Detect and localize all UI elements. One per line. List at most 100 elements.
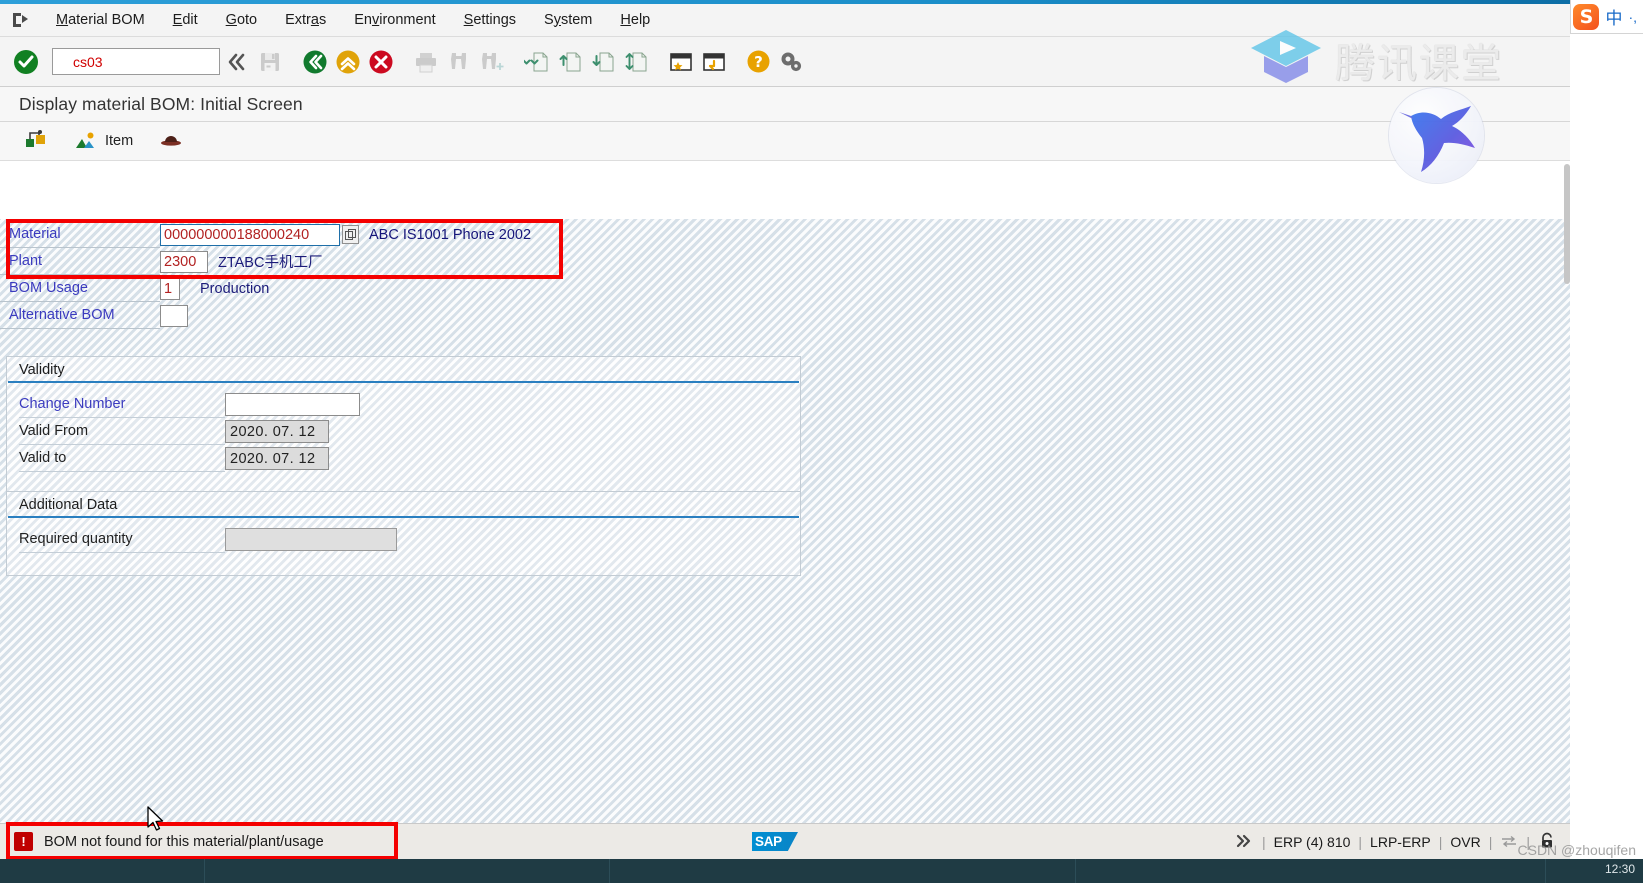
create-shortcut-icon[interactable] xyxy=(697,44,730,80)
menu-goto[interactable]: Goto xyxy=(212,4,271,37)
menu-extras[interactable]: Extras xyxy=(271,4,340,37)
back-icon[interactable] xyxy=(298,44,331,80)
taskbar-group-tray[interactable] xyxy=(1076,859,1546,883)
bom-usage-input[interactable] xyxy=(160,277,180,300)
menu-settings[interactable]: Settings xyxy=(450,4,530,37)
status-message: BOM not found for this material/plant/us… xyxy=(44,833,324,850)
last-page-icon[interactable] xyxy=(619,44,652,80)
help-icon[interactable]: ? xyxy=(742,44,775,80)
plant-input[interactable] xyxy=(160,250,208,273)
status-system-segment[interactable]: ERP (4) 810 xyxy=(1266,834,1359,850)
change-number-label: Change Number xyxy=(19,391,225,418)
alternative-bom-input[interactable] xyxy=(160,304,188,327)
material-matchcode-icon[interactable] xyxy=(342,225,359,244)
required-quantity-label: Required quantity xyxy=(19,526,225,553)
find-icon[interactable] xyxy=(442,44,475,80)
taskbar-clock: 12:30 xyxy=(1604,862,1635,876)
page-title: Display material BOM: Initial Screen xyxy=(19,93,303,114)
find-next-icon[interactable] xyxy=(475,44,508,80)
plant-label: Plant xyxy=(0,248,160,275)
valid-to-row: Valid to xyxy=(7,445,800,472)
error-exclamation-icon: ! xyxy=(14,832,33,851)
svg-text:?: ? xyxy=(754,53,763,71)
item-mountain-icon xyxy=(74,131,98,151)
save-icon[interactable] xyxy=(253,44,286,80)
bom-usage-row: BOM Usage Production xyxy=(0,275,840,302)
plant-row: Plant ZTABC手机工厂 xyxy=(0,248,840,275)
screen-title-bar: Display material BOM: Initial Screen xyxy=(0,87,1570,122)
sogou-ime-indicator[interactable]: S 中 ·, xyxy=(1570,0,1643,34)
alternative-bom-row: Alternative BOM xyxy=(0,302,840,329)
material-bom-button[interactable] xyxy=(16,126,56,156)
material-input[interactable] xyxy=(160,223,340,246)
status-expand-icon[interactable] xyxy=(1226,834,1262,851)
status-server-segment[interactable]: LRP-ERP xyxy=(1362,834,1439,850)
header-button[interactable] xyxy=(151,126,191,156)
bom-usage-label: BOM Usage xyxy=(0,275,160,302)
lock-icon[interactable] xyxy=(1530,832,1564,853)
menu-bar: Material BOM Edit Goto Extras Environmen… xyxy=(0,4,1570,37)
change-number-row: Change Number xyxy=(7,391,800,418)
validity-group-title: Validity xyxy=(19,362,65,378)
menu-material-bom[interactable]: Material BOM xyxy=(42,4,159,37)
bom-usage-description: Production xyxy=(200,280,270,297)
os-taskbar: 12:30 xyxy=(0,859,1643,883)
menu-edit[interactable]: Edit xyxy=(159,4,212,37)
menu-help[interactable]: Help xyxy=(606,4,664,37)
first-page-icon[interactable] xyxy=(520,44,553,80)
taskbar-group-left[interactable] xyxy=(0,859,205,883)
customize-local-layout-icon[interactable] xyxy=(775,44,808,80)
insert-mode-icon[interactable] xyxy=(1492,834,1526,851)
create-session-icon[interactable] xyxy=(664,44,697,80)
exit-door-icon[interactable] xyxy=(0,11,42,29)
valid-to-label: Valid to xyxy=(19,445,225,472)
desktop-right-area xyxy=(1570,0,1643,883)
change-number-input[interactable] xyxy=(225,393,360,416)
header-field-block: Material ABC IS1001 Phone 2002 Plant ZTA… xyxy=(0,221,840,329)
item-button-label: Item xyxy=(105,133,134,149)
material-row: Material ABC IS1001 Phone 2002 xyxy=(0,221,840,248)
additional-data-group: Additional Data Required quantity xyxy=(6,491,801,576)
plant-description: ZTABC手机工厂 xyxy=(218,255,323,271)
sap-logo: SAP xyxy=(752,832,798,851)
additional-data-group-title: Additional Data xyxy=(19,497,118,513)
valid-from-row: Valid From xyxy=(7,418,800,445)
material-label: Material xyxy=(0,221,160,248)
material-description: ABC IS1001 Phone 2002 xyxy=(369,226,532,243)
item-button[interactable]: Item xyxy=(66,126,141,156)
work-area: Material ABC IS1001 Phone 2002 Plant ZTA… xyxy=(0,161,1570,823)
standard-toolbar: ? xyxy=(0,37,1570,87)
alternative-bom-label: Alternative BOM xyxy=(0,302,160,329)
green-check-enter-icon[interactable] xyxy=(10,46,42,78)
application-toolbar: Item xyxy=(0,122,1570,161)
valid-from-label: Valid From xyxy=(19,418,225,445)
command-field[interactable] xyxy=(52,48,220,75)
required-quantity-input[interactable] xyxy=(225,528,397,551)
work-area-top-blank xyxy=(0,161,1570,219)
additional-data-group-rule xyxy=(8,516,799,518)
menu-system[interactable]: System xyxy=(530,4,606,37)
header-hat-icon xyxy=(159,129,183,153)
menu-environment[interactable]: Environment xyxy=(340,4,449,37)
command-expand-icon[interactable] xyxy=(220,44,253,80)
required-quantity-row: Required quantity xyxy=(7,526,800,553)
exit-icon[interactable] xyxy=(331,44,364,80)
sogou-s-icon: S xyxy=(1573,3,1600,30)
taskbar-group-mid[interactable] xyxy=(205,859,610,883)
valid-to-input[interactable] xyxy=(225,447,329,470)
status-bar: ! BOM not found for this material/plant/… xyxy=(0,823,1570,859)
ime-mode-label[interactable]: 中 xyxy=(1605,4,1622,29)
ime-punctuation-label[interactable]: ·, xyxy=(1628,9,1637,25)
previous-page-icon[interactable] xyxy=(553,44,586,80)
sap-gui-window: Material BOM Edit Goto Extras Environmen… xyxy=(0,0,1643,883)
next-page-icon[interactable] xyxy=(586,44,619,80)
print-icon[interactable] xyxy=(409,44,442,80)
validity-group-rule xyxy=(8,381,799,383)
cancel-icon[interactable] xyxy=(364,44,397,80)
valid-from-input[interactable] xyxy=(225,420,329,443)
status-right-segments: | ERP (4) 810 | LRP-ERP | OVR | | xyxy=(1226,824,1564,860)
status-insert-mode-segment[interactable]: OVR xyxy=(1442,834,1488,850)
validity-group: Validity Change Number Valid From Valid … xyxy=(6,356,801,495)
taskbar-group-right[interactable] xyxy=(610,859,1076,883)
status-message-wrap: ! BOM not found for this material/plant/… xyxy=(0,832,324,851)
